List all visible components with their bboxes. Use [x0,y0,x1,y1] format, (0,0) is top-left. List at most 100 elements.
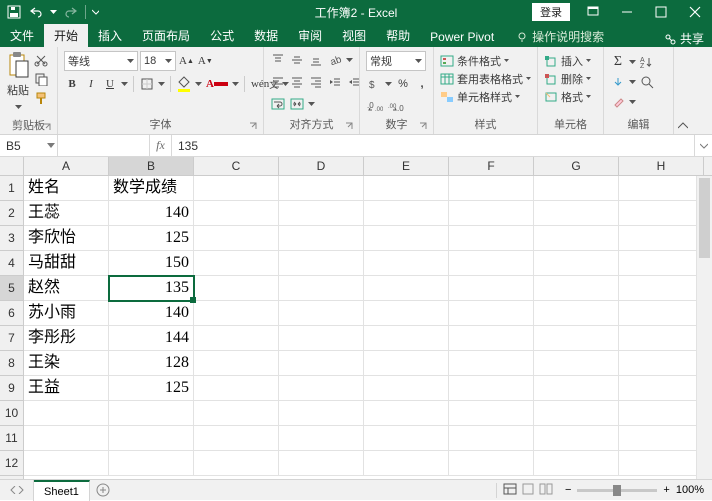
cell[interactable] [449,376,534,401]
row-header[interactable]: 8 [0,351,23,376]
cell[interactable] [619,326,704,351]
row-header[interactable]: 5 [0,276,23,301]
cell[interactable] [449,226,534,251]
column-header[interactable]: B [109,157,194,175]
orientation-dropdown[interactable] [346,51,353,69]
cell[interactable] [279,451,364,476]
format-painter-icon[interactable] [34,91,48,108]
cut-icon[interactable] [34,53,48,70]
fill-color-dropdown[interactable] [195,75,202,93]
cell[interactable] [279,376,364,401]
align-left-icon[interactable] [270,73,286,91]
cell[interactable]: 王染 [24,351,109,376]
cell[interactable] [194,226,279,251]
cell[interactable] [449,251,534,276]
undo-dropdown[interactable] [50,3,57,21]
border-dropdown[interactable] [158,75,165,93]
cell[interactable] [619,251,704,276]
row-header[interactable]: 1 [0,176,23,201]
cell[interactable] [534,401,619,426]
maximize-icon[interactable] [644,0,678,24]
cell[interactable] [534,451,619,476]
font-launcher-icon[interactable] [249,122,259,132]
delete-cells-button[interactable]: 删除 [544,71,591,87]
cell[interactable] [109,401,194,426]
underline-button[interactable]: U [102,75,118,93]
cell[interactable] [279,401,364,426]
cell[interactable] [194,451,279,476]
cell[interactable] [534,201,619,226]
orientation-icon[interactable]: ab [327,51,343,69]
sheet-nav-buttons[interactable] [0,480,34,501]
minimize-icon[interactable] [610,0,644,24]
percent-style-icon[interactable]: % [395,75,411,93]
row-header[interactable]: 2 [0,201,23,226]
number-format-selector[interactable]: 常规 [366,51,426,71]
cell[interactable] [449,201,534,226]
cell[interactable] [194,401,279,426]
cell[interactable] [364,176,449,201]
tab-formulas[interactable]: 公式 [200,23,244,47]
cell[interactable] [194,326,279,351]
font-color-dropdown[interactable] [232,75,239,93]
cell[interactable] [279,201,364,226]
cell[interactable] [279,251,364,276]
cell[interactable] [279,326,364,351]
vertical-scrollbar[interactable] [696,176,712,479]
cell[interactable] [364,201,449,226]
cell[interactable]: 姓名 [24,176,109,201]
row-header[interactable]: 6 [0,301,23,326]
formula-bar[interactable]: 135 [172,135,694,156]
bold-button[interactable]: B [64,75,80,93]
cell[interactable] [24,451,109,476]
tab-home[interactable]: 开始 [44,23,88,47]
cell[interactable] [279,351,364,376]
align-bottom-icon[interactable] [308,51,324,69]
font-name-selector[interactable]: 等线 [64,51,138,71]
tab-file[interactable]: 文件 [0,23,44,47]
paste-label[interactable]: 粘贴 [7,82,29,98]
paste-dropdown[interactable] [15,98,22,116]
cell[interactable]: 苏小雨 [24,301,109,326]
cell[interactable] [619,276,704,301]
cell[interactable] [449,426,534,451]
increase-font-icon[interactable]: A▲ [178,52,195,70]
align-top-icon[interactable] [270,51,286,69]
cell[interactable] [194,276,279,301]
row-header[interactable]: 11 [0,426,23,451]
select-all-corner[interactable] [0,157,24,176]
redo-icon[interactable] [63,3,79,21]
copy-icon[interactable] [34,72,48,89]
autosum-icon[interactable]: Σ [610,53,626,71]
name-box[interactable]: B5 [0,135,58,156]
column-header[interactable]: G [534,157,619,175]
page-break-view-icon[interactable] [539,483,553,498]
zoom-percent[interactable]: 100% [676,484,704,496]
increase-decimal-icon[interactable]: .0.00 [366,97,384,115]
merge-dropdown[interactable] [308,95,315,113]
cell[interactable] [194,376,279,401]
cell[interactable] [619,376,704,401]
cell[interactable]: 李欣怡 [24,226,109,251]
tab-powerpivot[interactable]: Power Pivot [420,26,504,47]
zoom-slider[interactable] [577,489,657,492]
decrease-font-icon[interactable]: A▼ [197,52,214,70]
find-select-icon[interactable] [639,73,655,91]
login-button[interactable]: 登录 [532,3,570,21]
cell[interactable] [194,301,279,326]
alignment-launcher-icon[interactable] [345,122,355,132]
cell[interactable] [449,301,534,326]
clear-dropdown[interactable] [629,93,636,111]
row-header[interactable]: 12 [0,451,23,476]
accounting-dropdown[interactable] [385,75,392,93]
cell[interactable] [534,226,619,251]
column-header[interactable]: F [449,157,534,175]
cell[interactable] [364,326,449,351]
cell[interactable] [619,201,704,226]
font-size-selector[interactable]: 18 [140,51,176,71]
ribbon-options-icon[interactable] [576,0,610,24]
column-header[interactable]: H [619,157,704,175]
cell[interactable] [619,451,704,476]
decrease-indent-icon[interactable] [327,73,343,91]
comma-style-icon[interactable]: , [414,75,430,93]
